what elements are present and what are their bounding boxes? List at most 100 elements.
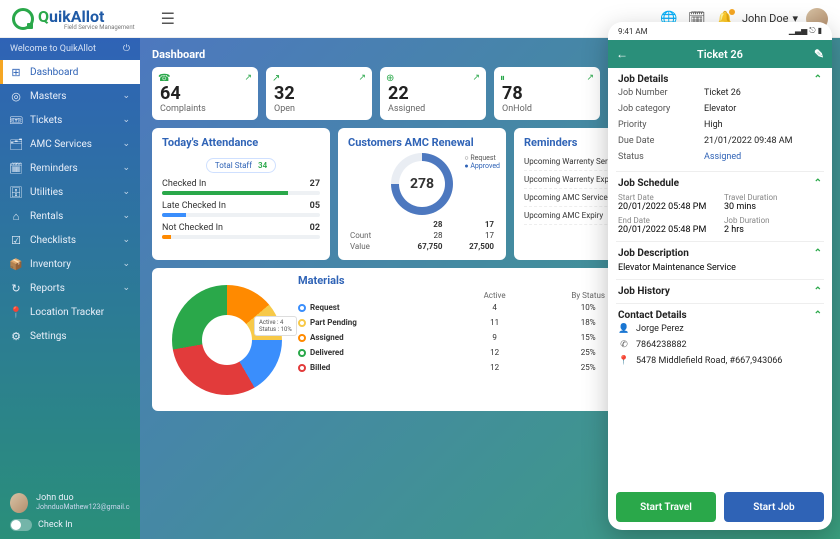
- chevron-up-icon: ⌃: [814, 74, 822, 85]
- nav-icon: ↻: [10, 282, 22, 294]
- power-icon[interactable]: ⏻: [123, 44, 130, 54]
- chevron-down-icon: ⌄: [122, 139, 130, 149]
- section-job-details: Job Details⌃ Job NumberTicket 26Job cate…: [616, 68, 824, 172]
- sidebar-item-location-tracker[interactable]: 📍Location Tracker: [0, 300, 140, 324]
- edit-icon[interactable]: ✎: [814, 47, 824, 61]
- attendance-title: Today's Attendance: [162, 136, 320, 149]
- amc-legend: ○ Request ● Approved: [464, 154, 500, 170]
- kpi-icon: ☎: [158, 73, 170, 84]
- start-travel-button[interactable]: Start Travel: [616, 492, 716, 522]
- sidebar-item-checklists[interactable]: ☑Checklists⌄: [0, 228, 140, 252]
- open-icon: ↗: [472, 73, 480, 83]
- legend-dot-icon: [298, 334, 306, 342]
- nav-icon: 📦: [10, 258, 22, 270]
- sidebar: Welcome to QuikAllot ⏻ ⊞Dashboard◎Master…: [0, 38, 140, 539]
- sidebar-user-email: JohnduoMathew123@gmail.com: [36, 504, 130, 512]
- brand-logo-icon: [12, 8, 34, 30]
- amc-title: Customers AMC Renewal: [348, 136, 496, 149]
- kpi-icon: ⊕: [386, 73, 394, 84]
- nav-icon: 🗂: [10, 138, 22, 150]
- start-job-button[interactable]: Start Job: [724, 492, 824, 522]
- kpi-onhold[interactable]: ⏸↗78OnHold: [494, 67, 600, 120]
- attendance-row: Late Checked In05: [162, 201, 320, 211]
- amc-table: 2817 Count2817 Value67,75027,500: [348, 219, 496, 252]
- sidebar-item-rentals[interactable]: ⌂Rentals⌄: [0, 204, 140, 228]
- sidebar-nav: ⊞Dashboard◎Masters⌄🎟Tickets⌄🗂AMC Service…: [0, 60, 140, 348]
- menu-toggle-icon[interactable]: ☰: [161, 9, 175, 28]
- section-header[interactable]: Job Schedule⌃: [618, 178, 822, 189]
- chevron-down-icon: ⌄: [122, 187, 130, 197]
- legend-dot-icon: [298, 364, 306, 372]
- contact-name: 👤Jorge Perez: [618, 321, 822, 337]
- chevron-down-icon: ⌄: [122, 91, 130, 101]
- section-job-history: Job History⌃: [616, 280, 824, 304]
- chevron-down-icon: ⌄: [122, 283, 130, 293]
- kpi-icon: ↗: [272, 73, 280, 84]
- avatar: [10, 493, 28, 513]
- chevron-up-icon: ⌃: [814, 248, 822, 259]
- sidebar-item-inventory[interactable]: 📦Inventory⌄: [0, 252, 140, 276]
- materials-headers: Active By Status: [298, 291, 635, 300]
- nav-icon: ⌂: [10, 210, 22, 222]
- section-header[interactable]: Job History⌃: [618, 286, 822, 297]
- nav-icon: ☑: [10, 234, 22, 246]
- kpi-icon: ⏸: [500, 73, 505, 84]
- brand-tagline: Field Service Management: [64, 24, 135, 31]
- nav-icon: 🎟: [10, 114, 22, 126]
- sidebar-item-reports[interactable]: ↻Reports⌄: [0, 276, 140, 300]
- sidebar-item-amc-services[interactable]: 🗂AMC Services⌄: [0, 132, 140, 156]
- back-icon[interactable]: ←: [616, 47, 628, 61]
- section-header[interactable]: Job Details⌃: [618, 74, 822, 85]
- materials-row: Request 410%: [298, 300, 635, 315]
- kpi-open[interactable]: ↗↗32Open: [266, 67, 372, 120]
- sidebar-item-utilities[interactable]: 🗄Utilities⌄: [0, 180, 140, 204]
- detail-row: Job categoryElevator: [618, 101, 822, 117]
- nav-icon: 🗓: [10, 162, 22, 174]
- sidebar-item-reminders[interactable]: 🗓Reminders⌄: [0, 156, 140, 180]
- amc-ring-chart: 278: [391, 153, 453, 215]
- map-pin-icon: 📍: [618, 356, 630, 366]
- chevron-down-icon: ⌄: [122, 235, 130, 245]
- detail-row: PriorityHigh: [618, 117, 822, 133]
- materials-row: Assigned 915%: [298, 330, 635, 345]
- chevron-down-icon: ⌄: [122, 211, 130, 221]
- chevron-down-icon: ⌄: [122, 163, 130, 173]
- sidebar-item-masters[interactable]: ◎Masters⌄: [0, 84, 140, 108]
- kpi-assigned[interactable]: ⊕↗22Assigned: [380, 67, 486, 120]
- nav-icon: ⊞: [10, 66, 22, 78]
- nav-icon: 📍: [10, 306, 22, 318]
- chevron-down-icon: ⌄: [122, 115, 130, 125]
- nav-icon: ◎: [10, 90, 22, 102]
- sidebar-user[interactable]: John duo JohnduoMathew123@gmail.com: [10, 493, 130, 513]
- open-icon: ↗: [244, 73, 252, 83]
- sidebar-welcome: Welcome to QuikAllot ⏻: [0, 38, 140, 60]
- progress-bar: [162, 191, 320, 195]
- total-staff-pill: Total Staff 34: [206, 158, 276, 173]
- materials-row: Part Pending 1118%: [298, 315, 635, 330]
- detail-row: Due Date21/01/2022 09:48 AM: [618, 133, 822, 149]
- chevron-up-icon: ⌃: [814, 310, 822, 321]
- section-job-schedule: Job Schedule⌃ Start Date20/01/2022 05:48…: [616, 172, 824, 242]
- legend-dot-icon: [298, 319, 306, 327]
- sidebar-item-tickets[interactable]: 🎟Tickets⌄: [0, 108, 140, 132]
- checkin-toggle[interactable]: Check In: [10, 519, 130, 531]
- section-header[interactable]: Contact Details⌃: [618, 310, 822, 321]
- description-text: Elevator Maintenance Service: [618, 259, 822, 273]
- chevron-up-icon: ⌃: [814, 286, 822, 297]
- kpi-complaints[interactable]: ☎↗64Complaints: [152, 67, 258, 120]
- contact-address[interactable]: 📍5478 Middlefield Road, #667,943066: [618, 353, 822, 369]
- detail-row: StatusAssigned: [618, 149, 822, 165]
- sidebar-item-dashboard[interactable]: ⊞Dashboard: [0, 60, 140, 84]
- phone-icon: ✆: [618, 340, 630, 350]
- sidebar-item-settings[interactable]: ⚙Settings: [0, 324, 140, 348]
- materials-title: Materials: [298, 274, 635, 287]
- brand[interactable]: QuikAllot Field Service Management: [12, 7, 135, 31]
- contact-phone[interactable]: ✆7864238882: [618, 337, 822, 353]
- materials-card: Active : 4 Status : 10% Materials Active…: [152, 268, 645, 411]
- chevron-up-icon: ⌃: [814, 178, 822, 189]
- phone-statusbar: 9:41 AM ▁▃▅ ⎋ ▮: [608, 22, 832, 40]
- detail-row: Job NumberTicket 26: [618, 85, 822, 101]
- brand-letter: Q: [38, 7, 49, 26]
- materials-donut-chart: [172, 285, 282, 395]
- section-header[interactable]: Job Description⌃: [618, 248, 822, 259]
